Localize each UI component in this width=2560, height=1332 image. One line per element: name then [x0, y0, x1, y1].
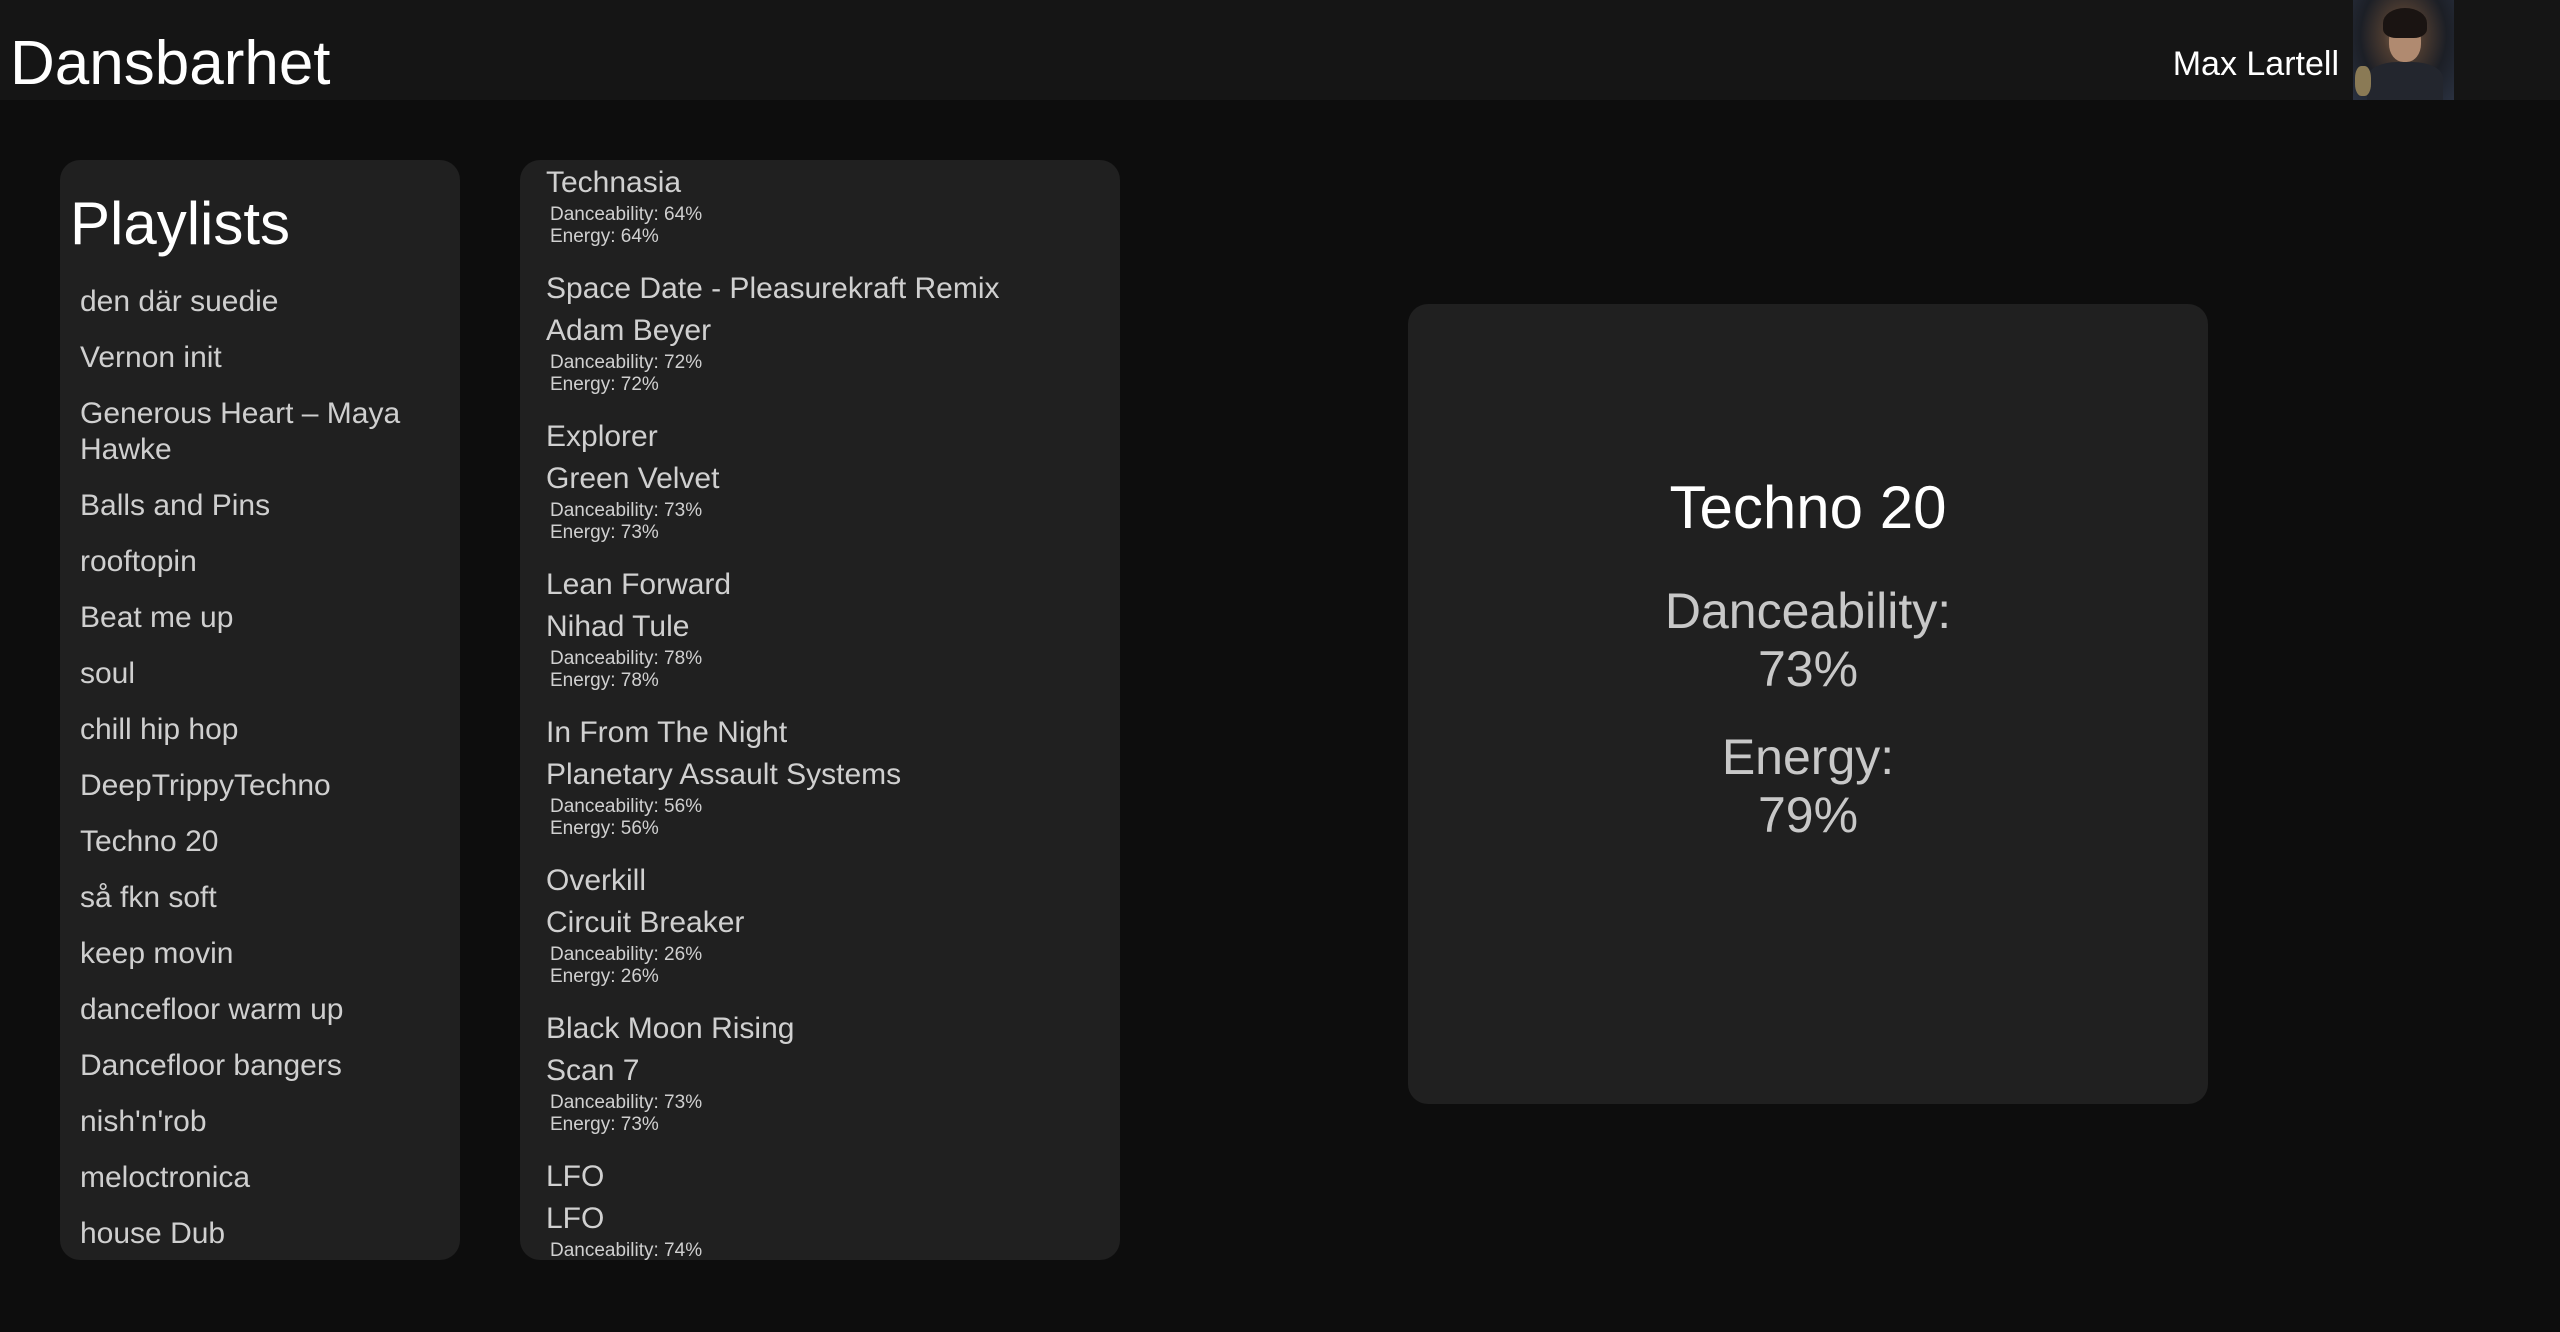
- track-item[interactable]: Black Moon Rising Scan 7 Danceability: 7…: [546, 1008, 1106, 1136]
- track-artist: Adam Beyer: [546, 314, 712, 347]
- app-title: Dansbarhet: [10, 29, 331, 98]
- track-name: Explorer: [546, 420, 658, 453]
- tracks-panel: Technasia Danceability: 64% Energy: 64% …: [520, 160, 1120, 1260]
- track-item[interactable]: Explorer Green Velvet Danceability: 73% …: [546, 416, 1106, 544]
- playlist-item[interactable]: house Dub: [80, 1216, 450, 1252]
- app-header: Dansbarhet Max Lartell: [0, 0, 2560, 100]
- track-artist: Nihad Tule: [546, 610, 690, 643]
- playlist-item[interactable]: soul: [80, 656, 450, 692]
- playlist-item[interactable]: Beat me up: [80, 600, 450, 636]
- track-energy: Energy: 64%: [550, 226, 659, 247]
- detail-title: Techno 20: [1669, 474, 1947, 541]
- track-danceability: Danceability: 78%: [550, 648, 703, 669]
- track-artist: Green Velvet: [546, 462, 720, 495]
- playlist-item[interactable]: Vernon init: [80, 340, 450, 376]
- playlist-item[interactable]: Dancefloor bangers: [80, 1048, 450, 1084]
- track-name: Overkill: [546, 864, 647, 897]
- track-danceability: Danceability: 26%: [550, 944, 703, 965]
- playlist-item[interactable]: keep movin: [80, 936, 450, 972]
- playlists-title: Playlists: [70, 190, 291, 257]
- track-artist: Planetary Assault Systems: [546, 758, 902, 791]
- playlist-item[interactable]: dancefloor warm up: [80, 992, 450, 1028]
- track-danceability: Danceability: 73%: [550, 1092, 703, 1113]
- track-artist: Circuit Breaker: [546, 906, 745, 939]
- track-item[interactable]: In From The Night Planetary Assault Syst…: [546, 712, 1106, 840]
- track-danceability: Danceability: 56%: [550, 796, 703, 817]
- track-name: In From The Night: [546, 716, 788, 749]
- playlist-item[interactable]: Generous Heart – Maya Hawke: [80, 396, 450, 468]
- track-name: Space Date - Pleasurekraft Remix: [546, 272, 1000, 305]
- playlist-item[interactable]: Techno 20: [80, 824, 450, 860]
- playlist-item[interactable]: nish'n'rob: [80, 1104, 450, 1140]
- track-energy: Energy: 78%: [550, 670, 659, 691]
- user-name: Max Lartell: [2172, 45, 2339, 83]
- playlist-item[interactable]: så fkn soft: [80, 880, 450, 916]
- track-item[interactable]: Technasia Danceability: 64% Energy: 64%: [546, 162, 1106, 248]
- track-energy: Energy: 72%: [550, 374, 659, 395]
- track-name: Lean Forward: [546, 568, 732, 601]
- playlist-item[interactable]: den där suedie: [80, 284, 450, 320]
- track-artist: Scan 7: [546, 1054, 640, 1087]
- track-item[interactable]: Overkill Circuit Breaker Danceability: 2…: [546, 860, 1106, 988]
- track-item[interactable]: Lean Forward Nihad Tule Danceability: 78…: [546, 564, 1106, 692]
- playlist-item[interactable]: chill hip hop: [80, 712, 450, 748]
- playlist-detail-card: Techno 20 Danceability: 73% Energy: 79%: [1408, 304, 2208, 1104]
- track-list: Technasia Danceability: 64% Energy: 64% …: [546, 162, 1106, 1260]
- energy-label: Energy:: [1721, 729, 1895, 785]
- track-artist: Technasia: [546, 166, 682, 199]
- track-item[interactable]: Space Date - Pleasurekraft Remix Adam Be…: [546, 268, 1106, 396]
- track-danceability: Danceability: 64%: [550, 204, 703, 225]
- track-artist: LFO: [546, 1202, 605, 1235]
- energy-value: 79%: [1757, 787, 1859, 843]
- track-energy: Energy: 73%: [550, 522, 659, 543]
- track-energy: Energy: 73%: [550, 1114, 659, 1135]
- track-name: Black Moon Rising: [546, 1012, 795, 1045]
- track-item[interactable]: LFO LFO Danceability: 74%: [546, 1156, 1106, 1260]
- playlist-item[interactable]: Balls and Pins: [80, 488, 450, 524]
- playlists-panel: Playlists den där suedie Vernon init Gen…: [60, 160, 460, 1260]
- danceability-label: Danceability:: [1664, 583, 1952, 639]
- track-danceability: Danceability: 73%: [550, 500, 703, 521]
- track-danceability: Danceability: 74%: [550, 1240, 703, 1260]
- track-danceability: Danceability: 72%: [550, 352, 703, 373]
- playlist-item[interactable]: DeepTrippyTechno: [80, 768, 450, 804]
- playlist-item[interactable]: rooftopin: [80, 544, 450, 580]
- danceability-value: 73%: [1757, 641, 1859, 697]
- playlist-list: den där suedie Vernon init Generous Hear…: [80, 284, 450, 1260]
- track-energy: Energy: 26%: [550, 966, 659, 987]
- playlist-item[interactable]: meloctronica: [80, 1160, 450, 1196]
- track-energy: Energy: 56%: [550, 818, 659, 839]
- avatar[interactable]: [2353, 0, 2454, 100]
- track-name: LFO: [546, 1160, 605, 1193]
